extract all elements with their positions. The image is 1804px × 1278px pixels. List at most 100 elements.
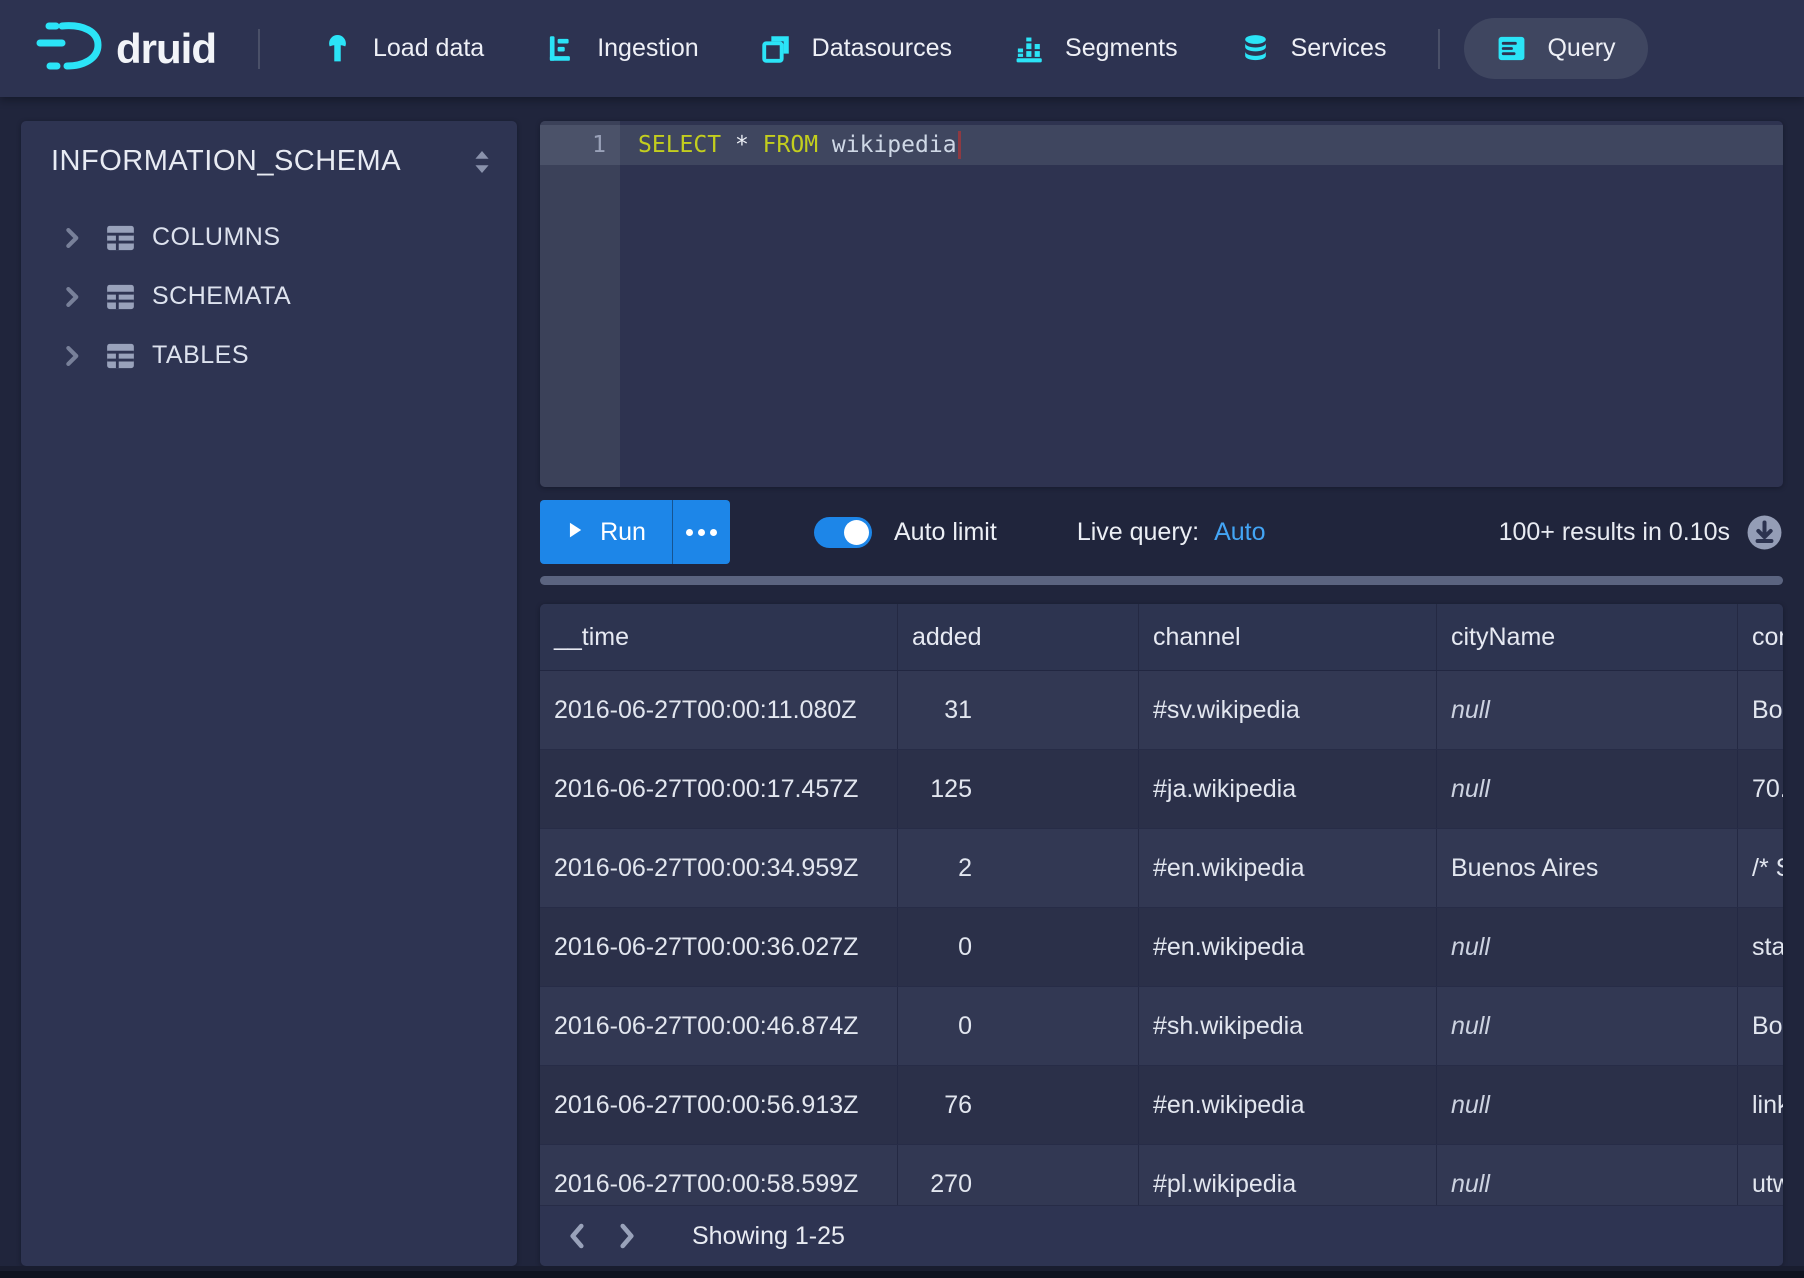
column-header-comment[interactable]: comment [1738,604,1783,670]
nav-item-load-data[interactable]: Load data [322,33,484,64]
sql-editor[interactable]: 1 SELECT * FROM wikipedia [540,121,1783,487]
run-button-label: Run [600,518,646,547]
table-cell[interactable]: sta [1738,908,1783,986]
nav-item-query[interactable]: Query [1464,18,1647,79]
table-cell[interactable]: 2016-06-27T00:00:11.080Z [540,671,898,749]
table-cell[interactable]: #sv.wikipedia [1139,671,1437,749]
druid-logo-icon [36,19,102,78]
table-row: 2016-06-27T00:00:11.080Z31#sv.wikipedian… [540,671,1783,750]
run-button[interactable]: Run [540,500,672,564]
table-row: 2016-06-27T00:00:17.457Z125#ja.wikipedia… [540,750,1783,829]
table-cell[interactable]: #en.wikipedia [1139,829,1437,907]
nav-item-datasources[interactable]: Datasources [761,33,952,64]
sql-token: * [735,132,749,158]
nav-item-services[interactable]: Services [1240,33,1387,64]
results-body: 2016-06-27T00:00:11.080Z31#sv.wikipedian… [540,671,1783,1224]
table-cell[interactable]: null [1437,1066,1738,1144]
table-cell[interactable]: 2 [898,829,1139,907]
previous-page-icon[interactable] [552,1206,602,1266]
chevron-right-icon[interactable] [63,286,81,308]
ellipsis-icon [686,529,717,536]
nav-item-segments[interactable]: Segments [1014,33,1178,64]
nav-item-ingestion[interactable]: Ingestion [546,33,698,64]
table-cell[interactable]: #ja.wikipedia [1139,750,1437,828]
sidebar-item-columns[interactable]: COLUMNS [21,208,517,267]
table-cell[interactable]: 0 [898,987,1139,1065]
play-icon [566,518,584,547]
results-summary-text: 100+ results in 0.10s [1499,518,1730,547]
sidebar-item-schemata[interactable]: SCHEMATA [21,267,517,326]
table-cell[interactable]: 31 [898,671,1139,749]
table-cell[interactable]: null [1437,671,1738,749]
segments-chart-icon [1014,33,1045,64]
column-header--time[interactable]: __time [540,604,898,670]
table-icon [105,283,136,311]
sql-token [749,132,763,158]
horizontal-scrollbar[interactable] [540,576,1783,585]
table-cell[interactable]: 76 [898,1066,1139,1144]
schema-header: INFORMATION_SCHEMA [21,121,517,178]
table-icon [105,224,136,252]
sql-token: wikipedia [832,132,957,158]
sql-token: SELECT [638,132,721,158]
column-header-added[interactable]: added [898,604,1139,670]
upload-icon [322,33,353,64]
nav-divider [1438,29,1440,69]
auto-limit-toggle[interactable] [814,517,872,548]
table-cell[interactable]: null [1437,987,1738,1065]
auto-limit-label: Auto limit [894,518,997,547]
live-query-label: Live query: [1077,518,1199,546]
table-icon [105,342,136,370]
table-cell[interactable]: 2016-06-27T00:00:34.959Z [540,829,898,907]
table-cell[interactable]: Buenos Aires [1437,829,1738,907]
nav-item-label: Load data [373,34,484,63]
database-icon [1240,33,1271,64]
run-more-options-button[interactable] [672,500,730,564]
column-header-channel[interactable]: channel [1139,604,1437,670]
double-caret-vertical-icon[interactable] [471,149,493,175]
download-results-icon[interactable] [1746,514,1783,551]
auto-limit-switch-group[interactable]: Auto limit [814,517,997,548]
table-cell[interactable]: 2016-06-27T00:00:46.874Z [540,987,898,1065]
table-row: 2016-06-27T00:00:34.959Z2#en.wikipediaBu… [540,829,1783,908]
table-cell[interactable]: 2016-06-27T00:00:56.913Z [540,1066,898,1144]
sql-code-line: SELECT * FROM wikipedia [638,125,961,165]
nav-item-label: Ingestion [597,34,698,63]
sql-token [818,132,832,158]
table-cell[interactable]: Bot [1738,671,1783,749]
nav-item-label: Services [1291,34,1387,63]
schema-title: INFORMATION_SCHEMA [51,145,401,178]
query-icon [1496,33,1527,64]
live-query-status: Live query: Auto [1077,518,1266,547]
results-summary: 100+ results in 0.10s [1499,514,1783,551]
table-cell[interactable]: null [1437,908,1738,986]
table-cell[interactable]: 125 [898,750,1139,828]
table-cell[interactable]: 2016-06-27T00:00:36.027Z [540,908,898,986]
column-header-cityname[interactable]: cityName [1437,604,1738,670]
query-toolbar: Run Auto limit Live query: Auto 100+ res… [540,500,1783,564]
table-cell[interactable]: #sh.wikipedia [1139,987,1437,1065]
chevron-right-icon[interactable] [63,345,81,367]
brand-name: druid [116,25,216,73]
table-cell[interactable]: 2016-06-27T00:00:17.457Z [540,750,898,828]
table-cell[interactable]: link [1738,1066,1783,1144]
druid-home-link[interactable]: druid [36,19,216,78]
next-page-icon[interactable] [602,1206,652,1266]
table-cell[interactable]: 0 [898,908,1139,986]
sidebar-item-label: TABLES [152,341,249,370]
editor-gutter [540,121,620,487]
table-cell[interactable]: /* S [1738,829,1783,907]
nav-item-label: Query [1547,34,1615,63]
table-cell[interactable]: 70. [1738,750,1783,828]
table-cell[interactable]: null [1437,750,1738,828]
table-cell[interactable]: Bot [1738,987,1783,1065]
live-query-value-link[interactable]: Auto [1214,518,1265,546]
table-row: 2016-06-27T00:00:56.913Z76#en.wikipedian… [540,1066,1783,1145]
results-header-row: __timeaddedchannelcityNamecomment [540,604,1783,671]
text-cursor [958,131,961,159]
line-number: 1 [540,125,606,165]
chevron-right-icon[interactable] [63,227,81,249]
table-cell[interactable]: #en.wikipedia [1139,908,1437,986]
table-cell[interactable]: #en.wikipedia [1139,1066,1437,1144]
sidebar-item-tables[interactable]: TABLES [21,326,517,385]
